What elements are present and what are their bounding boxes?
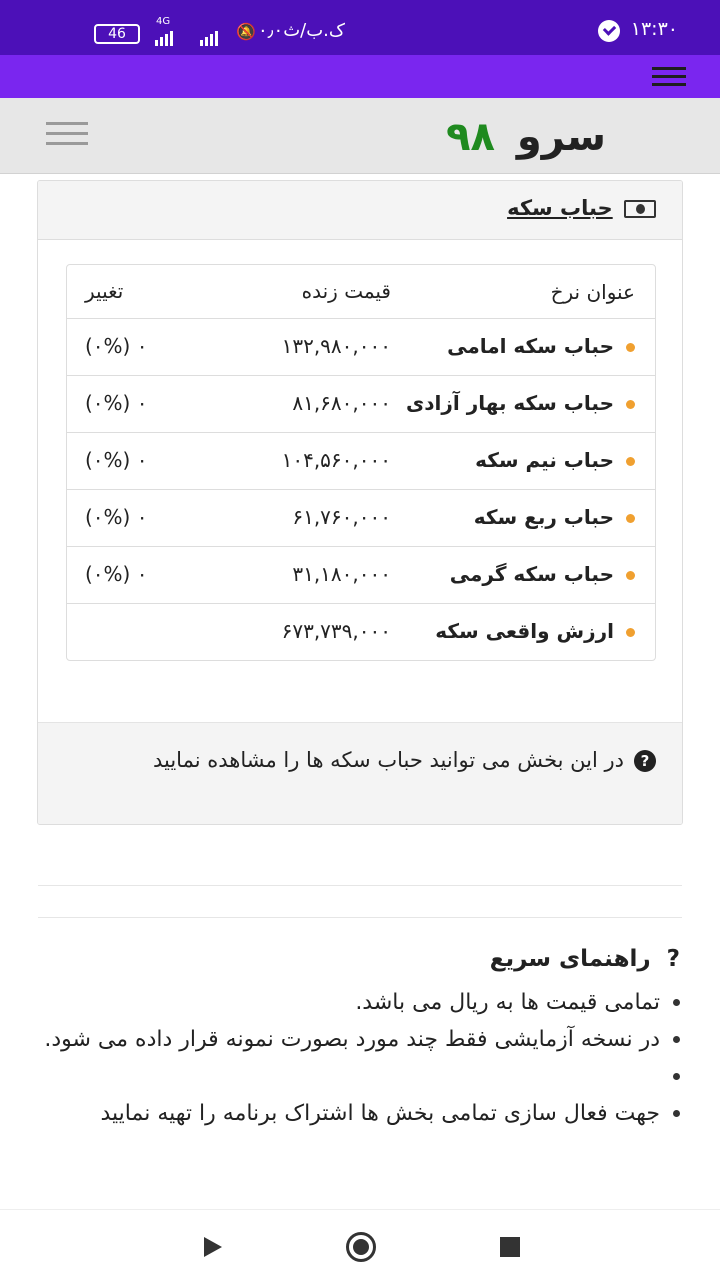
bullet-dot (626, 628, 635, 637)
row-name: حباب سکه گرمی (449, 562, 614, 586)
table-row: حباب سکه گرمی ۳۱,۱۸۰,۰۰۰ (۰%) ۰ (67, 546, 655, 603)
quick-guide: ?راهنمای سریع تمامی قیمت ها به ریال می ب… (24, 946, 684, 1132)
status-time: ۱۳:۳۰ (630, 18, 678, 40)
row-change: (۰%) ۰ (85, 391, 148, 415)
table-row: حباب نیم سکه ۱۰۴,۵۶۰,۰۰۰ (۰%) ۰ (67, 432, 655, 489)
bullet-dot (626, 400, 635, 409)
row-name: حباب نیم سکه (475, 448, 614, 472)
col-title: عنوان نرخ (550, 280, 635, 304)
guide-list: تمامی قیمت ها به ریال می باشد. در نسخه آ… (24, 984, 684, 1132)
row-change: (۰%) ۰ (85, 562, 148, 586)
row-name: ارزش واقعی سکه (435, 619, 614, 643)
bullet-dot (626, 571, 635, 580)
list-item: تمامی قیمت ها به ریال می باشد. (24, 984, 684, 1021)
site-header: سرو ۹۸ (0, 98, 720, 174)
panel-header: حباب سکه (38, 181, 682, 240)
net-speed: ۰٫۰ک.ب/ث (258, 20, 345, 41)
row-change: (۰%) ۰ (85, 334, 148, 358)
signal-icon (200, 24, 220, 46)
list-item (24, 1058, 684, 1095)
app-bar (0, 55, 720, 98)
logo[interactable]: سرو ۹۸ (446, 114, 606, 160)
divider (38, 885, 682, 886)
table-row: حباب سکه بهار آزادی ۸۱,۶۸۰,۰۰۰ (۰%) ۰ (67, 375, 655, 432)
question-icon: ? (666, 946, 680, 972)
list-item: جهت فعال سازی تمامی بخش ها اشتراک برنامه… (24, 1095, 684, 1132)
row-change: (۰%) ۰ (85, 505, 148, 529)
coin-bubble-panel: حباب سکه عنوان نرخ قیمت زنده تغییر حباب … (37, 180, 683, 825)
system-nav-bar (0, 1209, 720, 1280)
table-row: حباب ربع سکه ۶۱,۷۶۰,۰۰۰ (۰%) ۰ (67, 489, 655, 546)
panel-title[interactable]: حباب سکه (507, 196, 613, 220)
logo-number: ۹۸ (446, 114, 495, 160)
back-icon[interactable] (204, 1237, 222, 1257)
panel-footer: ? در این بخش می توانید حباب سکه ها را مشا… (38, 722, 682, 824)
bullet-dot (626, 343, 635, 352)
shield-check-icon (598, 20, 620, 42)
table-row: حباب سکه امامی ۱۳۲,۹۸۰,۰۰۰ (۰%) ۰ (67, 318, 655, 375)
row-name: حباب ربع سکه (473, 505, 614, 529)
guide-title: ?راهنمای سریع (489, 946, 680, 972)
table-header: عنوان نرخ قیمت زنده تغییر (85, 279, 635, 304)
bullet-dot (626, 514, 635, 523)
battery-icon: 46 (94, 24, 140, 44)
menu-icon[interactable] (652, 67, 686, 91)
recent-apps-icon[interactable] (500, 1237, 520, 1257)
signal-icon-2 (155, 24, 175, 46)
rates-table: عنوان نرخ قیمت زنده تغییر حباب سکه امامی… (66, 264, 656, 661)
logo-word: سرو (516, 114, 606, 160)
list-item: در نسخه آزمایشی فقط چند مورد بصورت نمونه… (24, 1021, 684, 1058)
row-name: حباب سکه امامی (447, 334, 614, 358)
row-change: (۰%) ۰ (85, 448, 148, 472)
status-bar: ۱۳:۳۰ ۰٫۰ک.ب/ث 🔕 4G 46 (0, 0, 720, 55)
bell-off-icon: 🔕 (236, 22, 256, 41)
panel-note: در این بخش می توانید حباب سکه ها را مشاه… (152, 748, 624, 772)
row-name: حباب سکه بهار آزادی (405, 391, 614, 415)
home-icon[interactable] (346, 1232, 376, 1262)
hamburger-icon[interactable] (46, 122, 88, 152)
divider (38, 917, 682, 918)
table-row: ارزش واقعی سکه ۶۷۳,۷۳۹,۰۰۰ (67, 603, 655, 660)
col-change: تغییر (85, 279, 124, 303)
question-circle-icon: ? (634, 750, 656, 772)
bullet-dot (626, 457, 635, 466)
money-icon (624, 200, 656, 218)
